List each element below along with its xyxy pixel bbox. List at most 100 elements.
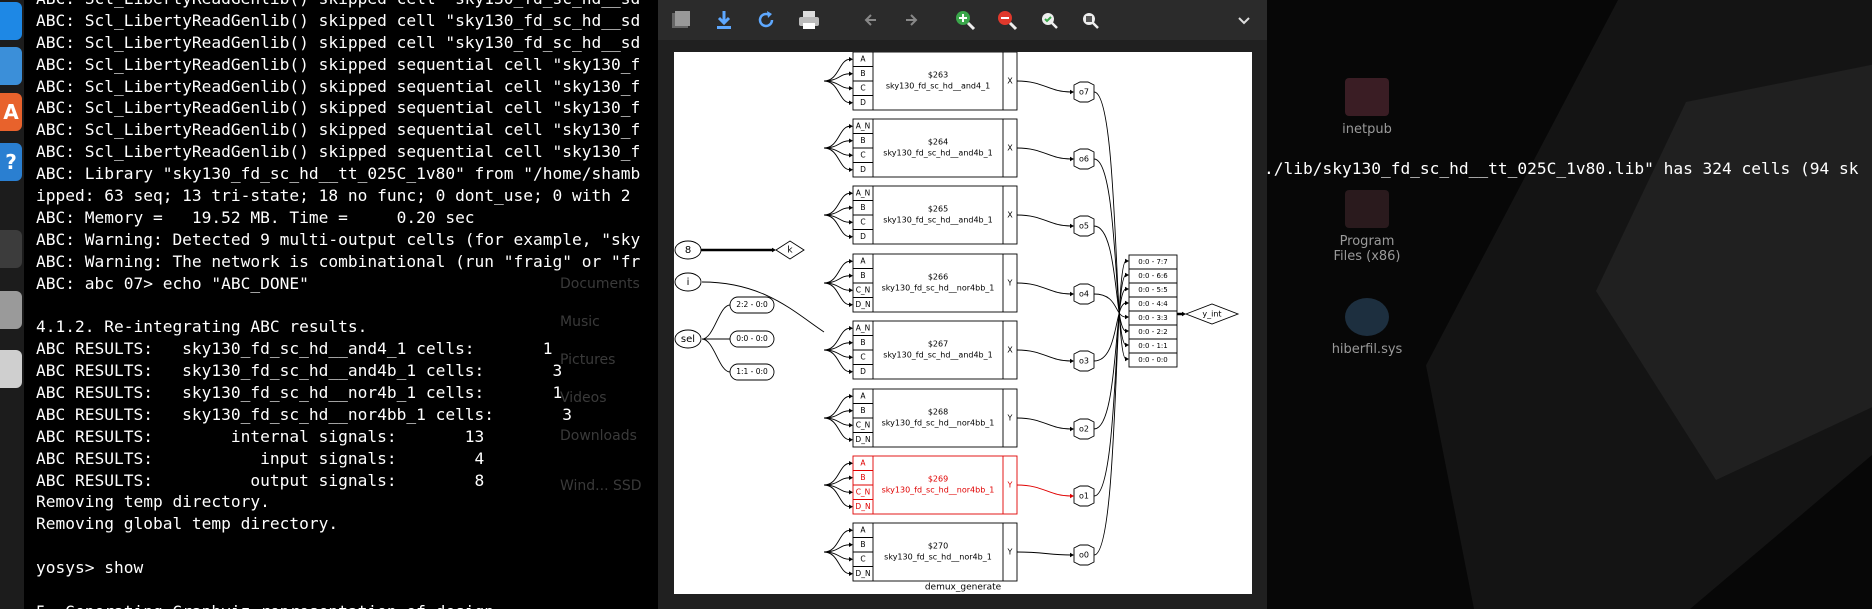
terminal-line: ABC: Warning: Detected 9 multi-output ce… — [36, 229, 641, 249]
cell-type: sky130_fd_sc_hd__and4b_1 — [883, 351, 992, 360]
net-label: o2 — [1079, 425, 1089, 434]
graph-viewer-window[interactable]: 8 i sel k 2:2 - 0:0 0:0 - 0:0 1:1 - 0:0 A B C D $26… — [658, 0, 1267, 609]
desktop-item-program-files[interactable]: Program Files (x86) — [1322, 190, 1412, 264]
cell-id: $267 — [928, 340, 948, 349]
wire-arrow — [849, 205, 853, 210]
wire — [1016, 80, 1072, 93]
wire — [823, 417, 851, 426]
refresh-icon[interactable] — [752, 6, 780, 34]
cell-output-pin: Y — [1007, 548, 1013, 557]
bus-bit-label: 0:0 - 1:1 — [1138, 342, 1168, 350]
wire-arrow — [849, 302, 853, 307]
desktop-item-label: hiberfil.sys — [1331, 342, 1403, 357]
zoom-in-icon[interactable] — [951, 6, 979, 34]
cell-pin-label: C_N — [856, 285, 871, 294]
cell-output-pin: Y — [1007, 414, 1013, 423]
ghost-nav-downloads: Downloads — [560, 428, 637, 444]
terminal-line: ipped: 63 seq; 13 tri-state; 18 no func;… — [36, 186, 631, 206]
desktop-background: inetpub Program Files (x86) hiberfil.sys — [1266, 0, 1872, 609]
terminal-icon[interactable]: ? — [0, 143, 22, 181]
help-icon[interactable]: A — [0, 93, 22, 131]
wire-arrow — [1125, 258, 1129, 264]
wire-arrow — [849, 557, 853, 562]
folder-icon — [1345, 78, 1389, 116]
cell-type: sky130_fd_sc_hd__and4b_1 — [883, 216, 992, 225]
terminal-line: Removing global temp directory. — [36, 514, 339, 534]
terminal-window[interactable]: ABC: Scl_LibertyReadGenlib() skipped cel… — [24, 0, 664, 609]
net-label: o1 — [1079, 492, 1089, 501]
ghost-nav-music: Music — [560, 314, 600, 330]
bus-bit-label: 0:0 - 2:2 — [1138, 328, 1168, 336]
wire — [823, 214, 851, 223]
appstore-icon[interactable] — [0, 47, 22, 85]
cell-output-pin: X — [1007, 211, 1013, 220]
wire-arrow — [849, 191, 853, 196]
wire-arrow — [849, 461, 853, 466]
wire — [823, 484, 851, 493]
menu-chevron-icon[interactable] — [1230, 6, 1258, 34]
trash-icon[interactable] — [0, 350, 22, 388]
zoom-fit-icon[interactable] — [1035, 6, 1063, 34]
zoom-100-icon[interactable] — [1076, 6, 1104, 34]
cell-id: $265 — [928, 205, 948, 214]
wire-arrow — [849, 340, 853, 345]
terminal-line: ABC RESULTS: sky130_fd_sc_hd__nor4bb_1 c… — [36, 404, 573, 424]
cell-type: sky130_fd_sc_hd__and4b_1 — [883, 149, 992, 158]
wire-arrow — [1125, 286, 1129, 292]
cell-pin-label: D_N — [855, 435, 870, 444]
graph-title: demux_generate — [925, 583, 1002, 593]
input-port-label: i — [687, 277, 690, 288]
wire — [1093, 260, 1127, 556]
wire — [823, 551, 851, 560]
print-icon[interactable] — [795, 6, 823, 34]
input-port-label: 8 — [685, 245, 691, 256]
graph-canvas[interactable]: 8 i sel k 2:2 - 0:0 0:0 - 0:0 1:1 - 0:0 A B C D $26… — [674, 52, 1252, 594]
forward-icon[interactable] — [898, 6, 926, 34]
wire-arrow — [849, 124, 853, 129]
wire-arrow — [1125, 328, 1129, 334]
wire — [823, 544, 851, 553]
cell-pin-label: D_N — [855, 300, 870, 309]
wire-arrow — [1070, 493, 1074, 499]
wire — [1016, 417, 1072, 430]
back-icon[interactable] — [856, 6, 884, 34]
save-icon[interactable] — [710, 6, 738, 34]
terminal-line: ABC: Scl_LibertyReadGenlib() skipped cel… — [36, 10, 641, 30]
terminal-line: ABC: Scl_LibertyReadGenlib() skipped seq… — [36, 142, 641, 162]
wire — [1016, 214, 1072, 227]
wire-arrow — [849, 326, 853, 331]
wire — [823, 275, 851, 284]
cell-pin-label: D_N — [855, 502, 870, 511]
terminal-line: ABC: Scl_LibertyReadGenlib() skipped seq… — [36, 76, 641, 96]
settings-icon[interactable] — [0, 291, 22, 329]
disk-icon[interactable] — [0, 230, 22, 268]
terminal-line: ABC RESULTS: sky130_fd_sc_hd__and4b_1 ce… — [36, 361, 563, 381]
desktop-item-hiberfil[interactable]: hiberfil.sys — [1322, 298, 1412, 357]
wire-arrow — [849, 369, 853, 374]
files-icon[interactable] — [0, 2, 22, 40]
net-label: o6 — [1079, 155, 1089, 164]
wire — [1016, 282, 1072, 295]
wire-arrow — [849, 86, 853, 91]
wire-arrow — [1125, 314, 1129, 320]
desktop-item-inetpub[interactable]: inetpub — [1322, 78, 1412, 137]
open-icon[interactable] — [667, 6, 695, 34]
cell-pin-label: A_N — [856, 188, 871, 197]
wire-arrow — [849, 571, 853, 576]
wire-arrow — [849, 220, 853, 225]
wire — [823, 349, 851, 358]
wire — [823, 410, 851, 419]
cell-pin-label: C — [860, 217, 865, 226]
cell-pin-label: A — [860, 458, 866, 467]
cell-pin-label: B — [860, 406, 865, 415]
wire-arrow — [849, 437, 853, 442]
wire — [1016, 484, 1072, 497]
cell-pin-label: D — [860, 98, 866, 107]
zoom-out-icon[interactable] — [993, 6, 1021, 34]
terminal-line-continuation: ./lib/sky130_fd_sc_hd__tt_025C_1v80.lib"… — [1264, 159, 1859, 178]
terminal-line: ABC RESULTS: sky130_fd_sc_hd__and4_1 cel… — [36, 339, 553, 359]
terminal-line: ABC: Scl_LibertyReadGenlib() skipped cel… — [36, 0, 640, 10]
cell-id: $270 — [928, 542, 948, 551]
